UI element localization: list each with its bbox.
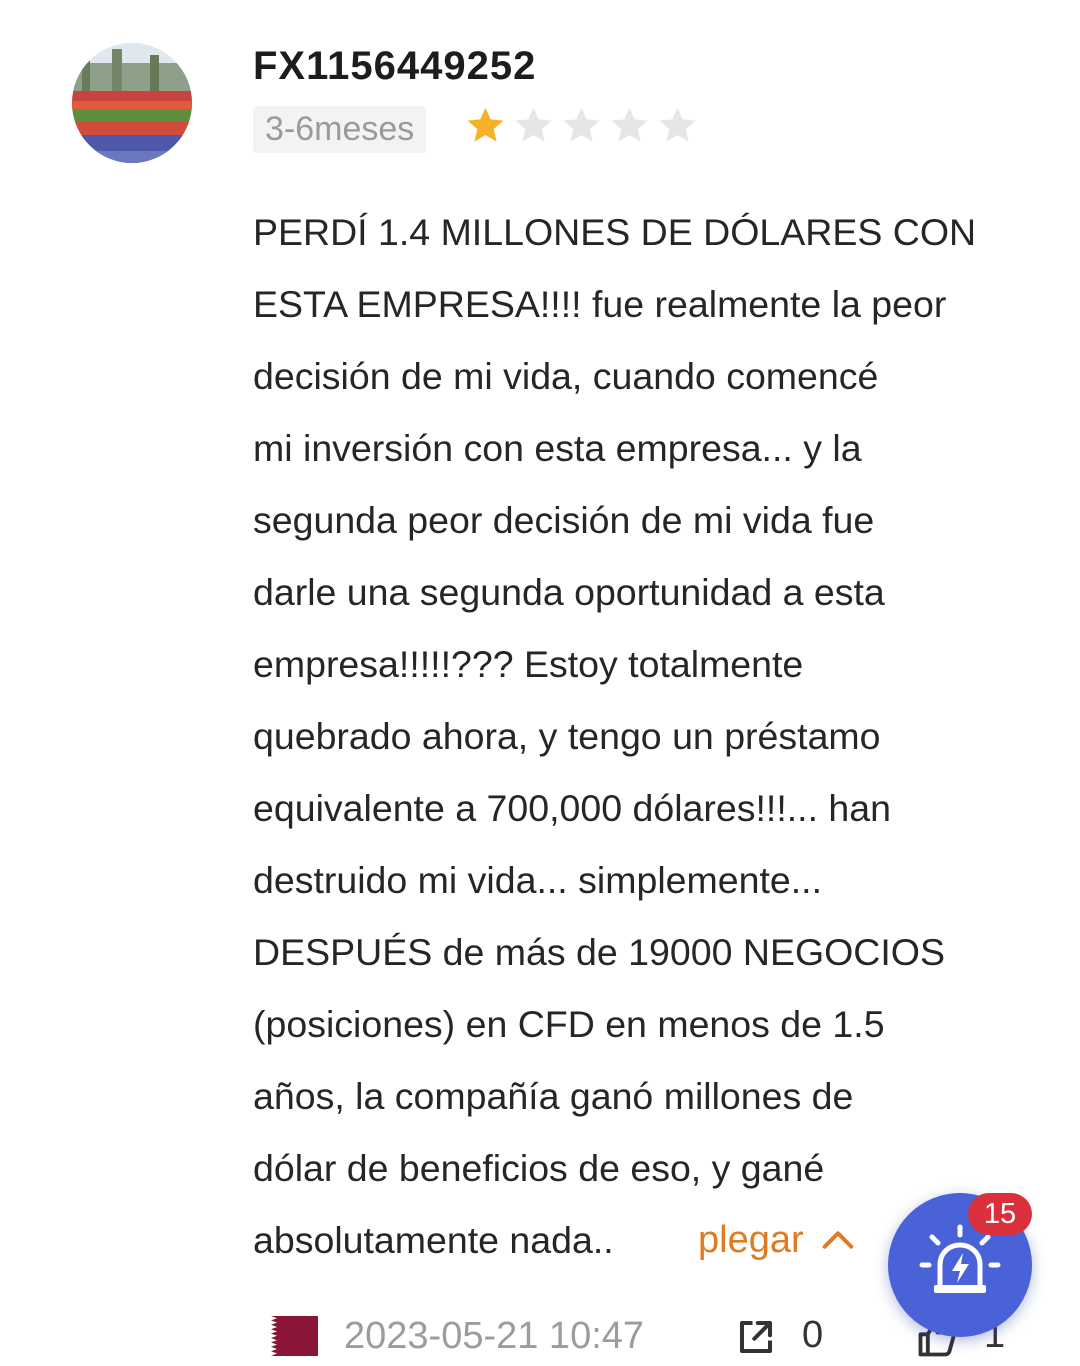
review-line: (posiciones) en CFD en menos de 1.5: [253, 1003, 885, 1045]
review-line: destruido mi vida... simplemente...: [253, 859, 822, 901]
collapse-button[interactable]: plegar: [698, 1204, 858, 1276]
review-line: darle una segunda oportunidad a esta: [253, 571, 885, 613]
username: FX1156449252: [253, 44, 537, 88]
avatar[interactable]: [72, 43, 192, 163]
review-line: decisión de mi vida, cuando comencé: [253, 355, 879, 397]
review-line: dólar de beneficios de eso, y gané: [253, 1147, 825, 1189]
star-icon-5: [659, 107, 696, 142]
review-date: 2023-05-21 10:47: [344, 1314, 645, 1357]
review-line: ESTA EMPRESA!!!! fue realmente la peor: [253, 283, 947, 325]
qatar-flag-icon: [253, 1316, 318, 1356]
review-line: segunda peor decisión de mi vida fue: [253, 499, 875, 541]
review-line: equivalente a 700,000 dólares!!!... han: [253, 787, 891, 829]
notification-badge: 15: [968, 1193, 1032, 1235]
star-rating: [464, 104, 699, 147]
chevron-up-icon: [822, 1231, 853, 1249]
review-line: mi inversión con esta empresa... y la: [253, 427, 862, 469]
review-line: DESPUÉS de más de 19000 NEGOCIOS: [253, 931, 945, 973]
review-footer: 2023-05-21 10:47: [253, 1306, 644, 1366]
duration-tag: 3-6meses: [253, 106, 427, 153]
review-line: años, la compañía ganó millones de: [253, 1075, 854, 1117]
avatar-image: [72, 43, 192, 163]
review-text: PERDÍ 1.4 MILLONES DE DÓLARES CON ESTA E…: [253, 196, 1023, 1276]
star-icon-2: [515, 107, 552, 142]
share-count: 0: [802, 1314, 824, 1356]
star-icon-4: [611, 107, 648, 142]
collapse-label: plegar: [698, 1218, 804, 1261]
star-icon-3: [563, 107, 600, 142]
review-line: PERDÍ 1.4 MILLONES DE DÓLARES CON: [253, 211, 977, 253]
share-icon[interactable]: [735, 1316, 777, 1358]
review-line: quebrado ahora, y tengo un préstamo: [253, 715, 881, 757]
review-line: empresa!!!!!??? Estoy totalmente: [253, 643, 804, 685]
star-icon-1: [467, 107, 504, 142]
